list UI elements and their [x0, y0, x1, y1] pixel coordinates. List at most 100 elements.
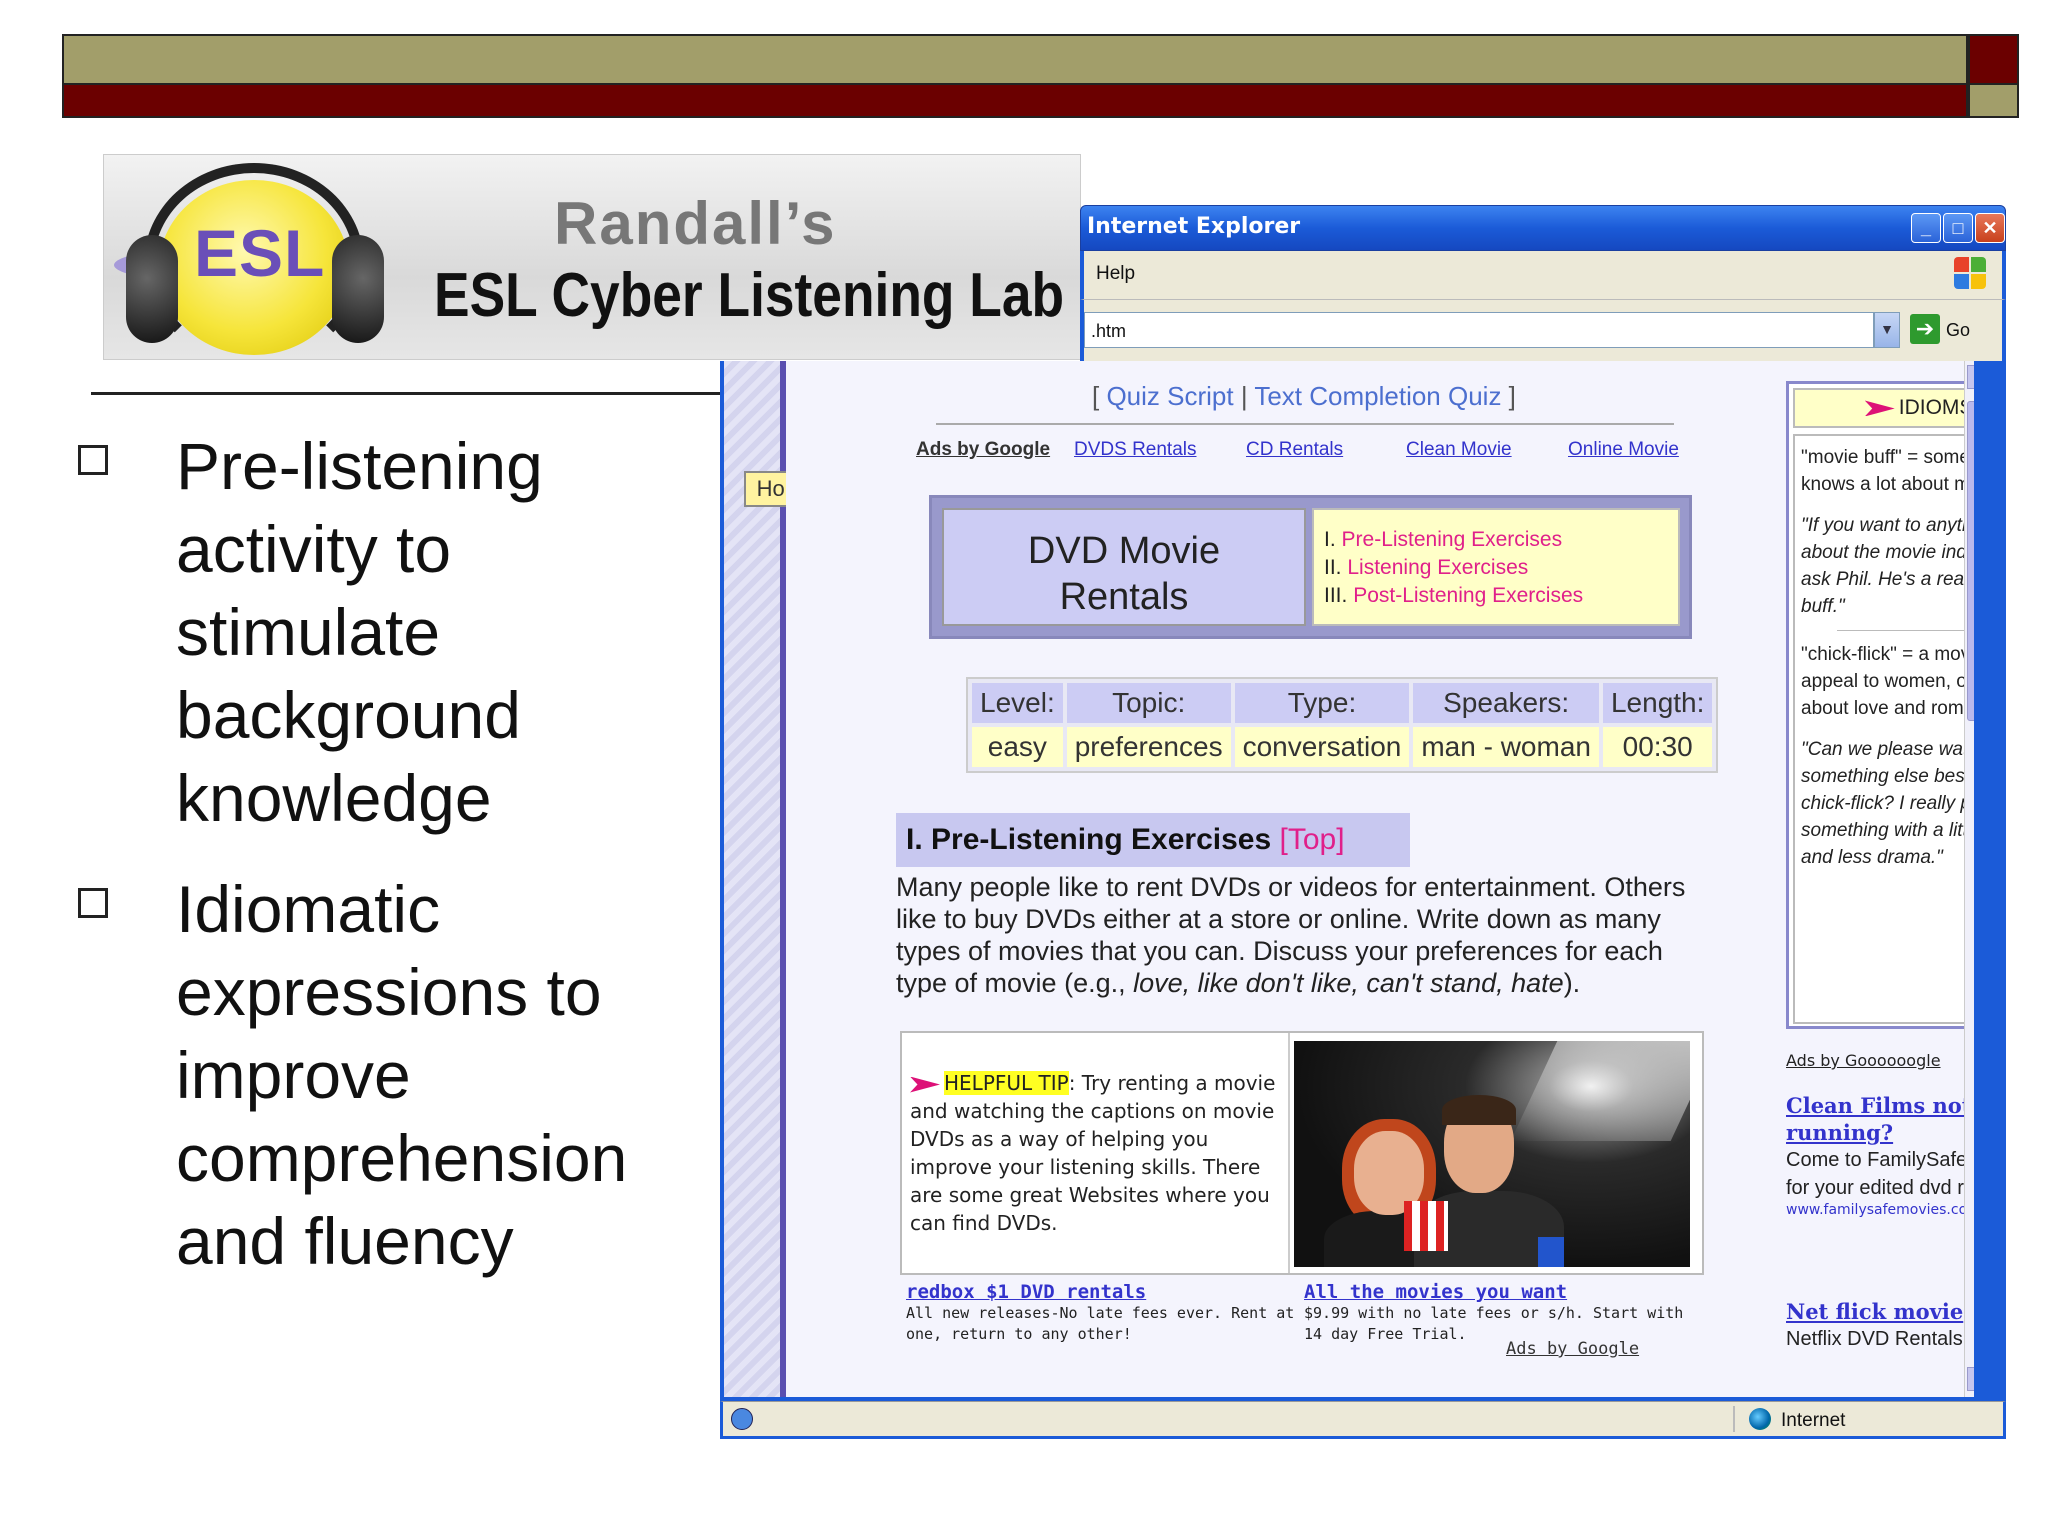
value-type: conversation [1234, 727, 1410, 767]
page-left-rail [724, 361, 780, 1397]
status-separator [1733, 1406, 1735, 1432]
banner-square-olive [1968, 85, 2019, 118]
banner-maroon-band [62, 85, 1968, 118]
table-row: easy preferences conversation man - woma… [972, 727, 1713, 767]
banner-olive-band [62, 34, 1968, 85]
browser-menubar: Help [1080, 251, 2006, 299]
headphone-ear-right-icon [332, 235, 384, 343]
bullet-text: Idiomatic expressions to improve compreh… [176, 872, 628, 1278]
ad-link-online-movie[interactable]: Online Movie [1568, 439, 1679, 461]
browser-viewport: Home [ Quiz Script | Text Completion Qui… [720, 361, 2006, 1401]
ads-by-google-link[interactable]: Ads by Google [1506, 1339, 1639, 1359]
ad-description: All new releases-No late fees ever. Rent… [906, 1304, 1295, 1343]
section-heading: I. Pre-Listening Exercises [Top] [896, 813, 1410, 867]
text-completion-quiz-link[interactable]: Text Completion Quiz [1254, 381, 1501, 411]
section-paragraph: Many people like to rent DVDs or videos … [896, 872, 1686, 998]
section-nav-item[interactable]: II. Listening Exercises [1324, 554, 1668, 582]
ad-title-link[interactable]: Net flick movie [1786, 1298, 1974, 1325]
idioms-body: "movie buff" = someone who knows a lot a… [1793, 434, 1974, 1024]
bullet-text: Pre-listening activity to stimulate back… [176, 429, 543, 835]
lesson-title-cell: DVD Movie Rentals [942, 508, 1306, 626]
address-input[interactable]: .htm [1084, 312, 1874, 348]
value-level: easy [972, 727, 1063, 767]
go-arrow-icon[interactable]: ➔ [1910, 314, 1940, 344]
helpful-tip-box: HELPFUL TIP: Try renting a movie and wat… [900, 1031, 1704, 1275]
header-level: Level: [972, 683, 1063, 723]
header-length: Length: [1602, 683, 1713, 723]
helpful-tip-text: HELPFUL TIP: Try renting a movie and wat… [910, 1071, 1276, 1235]
security-zone: Internet [1781, 1410, 1846, 1431]
ads-by-google-label[interactable]: Ads by Google [916, 439, 1050, 461]
minimize-button[interactable]: _ [1911, 213, 1941, 243]
globe-icon [1749, 1408, 1771, 1430]
quiz-script-link[interactable]: Quiz Script [1106, 381, 1233, 411]
banner-square-maroon [1968, 34, 2019, 85]
header-topic: Topic: [1066, 683, 1231, 723]
windows-logo-icon [1954, 257, 1988, 291]
ad-description: Come to FamilySafe Movies for your edite… [1786, 1149, 1974, 1199]
page-main: [ Quiz Script | Text Completion Quiz ] A… [786, 361, 1974, 1397]
divider [936, 423, 1674, 425]
menu-help[interactable]: Help [1096, 263, 1135, 285]
address-dropdown-button[interactable]: ▼ [1874, 312, 1900, 348]
idiom-definition: "chick-flick" = a movie that appeal to w… [1801, 644, 1974, 719]
idioms-panel: IDIOMS! "movie buff" = someone who knows… [1786, 381, 1974, 1029]
section-nav-item[interactable]: III. Post-Listening Exercises [1324, 582, 1668, 610]
idiom-definition: "movie buff" = someone who knows a lot a… [1801, 447, 1974, 495]
right-ads: Ads by Goooooogle Clean Films not runnin… [1786, 1051, 1974, 1353]
ad-link-clean-movie[interactable]: Clean Movie [1406, 439, 1512, 461]
quiz-links: [ Quiz Script | Text Completion Quiz ] [1092, 381, 1516, 411]
close-button[interactable]: ✕ [1975, 213, 2005, 243]
value-speakers: man - woman [1413, 727, 1599, 767]
address-bar: .htm ▼ ➔ Go [1080, 299, 2006, 361]
ad-link-cd-rentals[interactable]: CD Rentals [1246, 439, 1343, 461]
ad-link-dvds-rentals[interactable]: DVDS Rentals [1074, 439, 1197, 461]
scroll-down-icon[interactable]: ▼ [1967, 1367, 1974, 1391]
slide: ESL Randall’s ESL Cyber Listening Lab Pr… [0, 0, 2048, 1536]
title-underline [91, 392, 721, 395]
pennant-icon [1864, 400, 1895, 417]
ad-description: Netflix DVD Rentals Free [1786, 1328, 1974, 1350]
browser-titlebar[interactable]: Internet Explorer _ □ ✕ [1080, 205, 2006, 251]
movie-couple-photo [1294, 1041, 1690, 1267]
pennant-icon [910, 1076, 940, 1093]
header-type: Type: [1234, 683, 1410, 723]
value-topic: preferences [1066, 727, 1231, 767]
status-bar: Internet [720, 1401, 2006, 1439]
top-link[interactable]: Top [1288, 823, 1336, 856]
section-nav-item[interactable]: I. Pre-Listening Exercises [1324, 526, 1668, 554]
section-nav: I. Pre-Listening Exercises II. Listening… [1312, 508, 1680, 626]
ads-by-goooooogle-link[interactable]: Ads by Goooooogle [1786, 1051, 1974, 1070]
helpful-tip-label: HELPFUL TIP [944, 1071, 1069, 1095]
idioms-header: IDIOMS! [1793, 388, 1974, 428]
maximize-button[interactable]: □ [1943, 213, 1973, 243]
lesson-header-box: DVD Movie Rentals I. Pre-Listening Exerci… [929, 495, 1692, 639]
tip-divider [1288, 1033, 1290, 1273]
browser-title: Internet Explorer [1087, 214, 1301, 239]
scroll-thumb[interactable] [1967, 401, 1974, 721]
bullet-square-icon [78, 888, 108, 918]
ad-all-movies: All the movies you want $9.99 with no la… [1304, 1281, 1696, 1345]
scroll-up-icon[interactable]: ▲ [1967, 365, 1974, 389]
ad-title-link[interactable]: Clean Films not running? [1786, 1092, 1974, 1146]
table-header-row: Level: Topic: Type: Speakers: Length: [972, 683, 1713, 723]
bullet-item: Pre-listening activity to stimulate back… [70, 425, 710, 840]
ad-url[interactable]: www.familysafemovies.com [1786, 1202, 1974, 1218]
web-page: Home [ Quiz Script | Text Completion Qui… [724, 361, 1974, 1397]
vertical-scrollbar[interactable]: ▲ ▼ [1964, 361, 1974, 1397]
lesson-info-table: Level: Topic: Type: Speakers: Length: ea… [966, 677, 1719, 773]
page-icon [731, 1408, 753, 1430]
divider [1837, 630, 1974, 631]
idiom-example: "If you want to anything about the movie… [1801, 515, 1974, 617]
ad-redbox: redbox $1 DVD rentals All new releases-N… [906, 1281, 1298, 1345]
ad-title-link[interactable]: All the movies you want [1304, 1281, 1696, 1303]
bullet-list: Pre-listening activity to stimulate back… [70, 425, 710, 1311]
bullet-square-icon [78, 445, 108, 475]
idiom-example: "Can we please watch something else besi… [1801, 739, 1974, 868]
logo-badge: ESL [194, 216, 326, 290]
bullet-item: Idiomatic expressions to improve compreh… [70, 868, 710, 1283]
value-length: 00:30 [1602, 727, 1713, 767]
ad-title-link[interactable]: redbox $1 DVD rentals [906, 1281, 1298, 1303]
browser-window: Internet Explorer _ □ ✕ Help .htm ▼ ➔ Go [720, 205, 2006, 1439]
go-button[interactable]: Go [1946, 320, 1970, 341]
